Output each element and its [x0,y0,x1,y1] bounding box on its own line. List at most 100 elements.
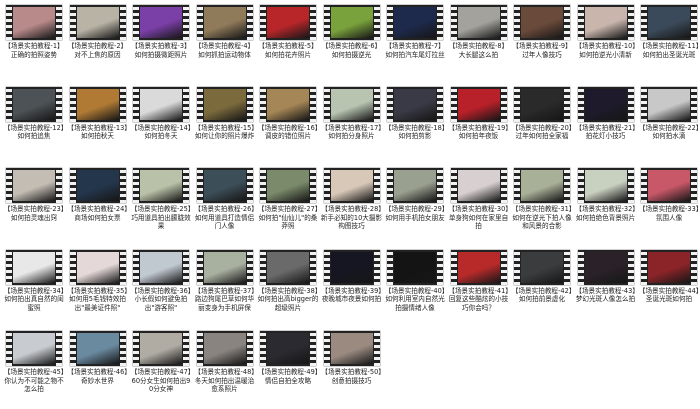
video-title[interactable]: 【场景实拍教程-26】如何用道具打造情侣门人像 [194,205,256,231]
video-title[interactable]: 【场景实拍教程-4】如何抓拍运动物体 [194,42,256,59]
video-thumbnail[interactable] [133,331,189,366]
video-thumbnail[interactable] [69,331,126,366]
video-thumbnail[interactable] [387,5,443,40]
video-item[interactable]: 【场景实拍教程-21】拍花灯小技巧 [575,84,637,165]
video-thumbnail[interactable] [260,86,316,122]
video-thumbnail[interactable] [69,5,126,40]
video-item[interactable]: 【场景实拍教程-10】如何拍逆光小清新 [575,2,637,83]
video-title[interactable]: 【场景实拍教程-42】如何拍前景虚化 [511,287,573,304]
video-title[interactable]: 【场景实拍教程-39】夜晚城市夜景如何拍 [321,287,383,304]
video-thumbnail[interactable] [196,5,253,40]
video-thumbnail[interactable] [641,5,697,40]
video-title[interactable]: 【场景实拍教程-18】如何拍剪影 [384,124,446,141]
video-title[interactable]: 【场景实拍教程-15】如何让你的照片爆炸 [194,124,256,141]
video-thumbnail[interactable] [6,86,62,122]
video-title[interactable]: 【场景实拍教程-28】新手必知的10大摄影构图技巧 [321,205,383,231]
video-title[interactable]: 【场景实拍教程-50】创意拍摄技巧 [321,368,383,385]
video-item[interactable]: 【场景实拍教程-19】如何拍年夜饭 [448,84,510,165]
video-title[interactable]: 【场景实拍教程-5】如何拍花卉照片 [257,42,319,59]
video-title[interactable]: 【场景实拍教程-36】小长假如何避免拍出"游客照" [130,287,192,313]
video-thumbnail[interactable] [260,331,316,366]
video-item[interactable]: 【场景实拍教程-6】如何拍摄逆光 [321,2,383,83]
video-title[interactable]: 【场景实拍教程-34】如何拍出真自然的闺蜜照 [3,287,65,313]
video-item[interactable]: 【场景实拍教程-35】如何用5毛钱特效拍出"最美证件照" [67,247,129,328]
video-title[interactable]: 【场景实拍教程-43】梦幻光斑人像怎么拍 [575,287,637,304]
video-thumbnail[interactable] [323,249,380,285]
video-item[interactable]: 【场景实拍教程-15】如何让你的照片爆炸 [194,84,256,165]
video-thumbnail[interactable] [450,86,507,122]
video-item[interactable]: 【场景实拍教程-11】如何拍出圣诞光斑 [638,2,700,83]
video-title[interactable]: 【场景实拍教程-44】圣诞光斑如何拍 [638,287,700,304]
video-thumbnail[interactable] [196,168,253,203]
video-title[interactable]: 【场景实拍教程-33】氛围人像 [638,205,700,222]
video-item[interactable]: 【场景实拍教程-24】商场如何拍女票 [67,165,129,246]
video-thumbnail[interactable] [6,249,62,285]
video-title[interactable]: 【场景实拍教程-3】如何拍摄微距照片 [130,42,192,59]
video-title[interactable]: 【场景实拍教程-9】过年人像技巧 [511,42,573,59]
video-title[interactable]: 【场景实拍教程-17】如何拍分身照片 [321,124,383,141]
video-thumbnail[interactable] [450,5,507,40]
video-title[interactable]: 【场景实拍教程-19】如何拍年夜饭 [448,124,510,141]
video-title[interactable]: 【场景实拍教程-49】情侣自拍全攻略 [257,368,319,385]
video-item[interactable]: 【场景实拍教程-27】如何拍"仙仙儿"的桑莽照 [257,165,319,246]
video-thumbnail[interactable] [387,168,443,203]
video-title[interactable]: 【场景实拍教程-1】正确的拍照姿势 [3,42,65,59]
video-thumbnail[interactable] [641,86,697,122]
video-title[interactable]: 【场景实拍教程-23】如何拍灵魂出窍 [3,205,65,222]
video-thumbnail[interactable] [323,86,380,122]
video-thumbnail[interactable] [133,5,189,40]
video-item[interactable]: 【场景实拍教程-31】如何在逆光下拍人像和风景的合影 [511,165,573,246]
video-title[interactable]: 【场景实拍教程-8】大长腿这么拍 [448,42,510,59]
video-title[interactable]: 【场景实拍教程-2】对不上焦的原因 [67,42,129,59]
video-item[interactable]: 【场景实拍教程-30】单身狗如何在家里自拍 [448,165,510,246]
video-thumbnail[interactable] [196,86,253,122]
video-item[interactable]: 【场景实拍教程-42】如何拍前景虚化 [511,247,573,328]
video-thumbnail[interactable] [6,331,62,366]
video-item[interactable]: 【场景实拍教程-25】巧用道具拍出朦胧效果 [130,165,192,246]
video-title[interactable]: 【场景实拍教程-21】拍花灯小技巧 [575,124,637,141]
video-item[interactable]: 【场景实拍教程-18】如何拍剪影 [384,84,446,165]
video-item[interactable]: 【场景实拍教程-13】如何拍秋天 [67,84,129,165]
video-thumbnail[interactable] [323,5,380,40]
video-item[interactable]: 【场景实拍教程-2】对不上焦的原因 [67,2,129,83]
video-title[interactable]: 【场景实拍教程-45】你认为不可能之物不怎么拍 [3,368,65,394]
video-title[interactable]: 【场景实拍教程-46】奇妙水世界 [67,368,129,385]
video-title[interactable]: 【场景实拍教程-37】路边狗尾巴草如何华丽变身为手机屏保 [194,287,256,313]
video-item[interactable]: 【场景实拍教程-17】如何拍分身照片 [321,84,383,165]
video-title[interactable]: 【场景实拍教程-22】如何拍水滴 [638,124,700,141]
video-item[interactable]: 【场景实拍教程-22】如何拍水滴 [638,84,700,165]
video-item[interactable]: 【场景实拍教程-28】新手必知的10大摄影构图技巧 [321,165,383,246]
video-thumbnail[interactable] [577,5,634,40]
video-item[interactable]: 【场景实拍教程-23】如何拍灵魂出窍 [3,165,65,246]
video-title[interactable]: 【场景实拍教程-40】如何利用室内自然光拍摄情绪人像 [384,287,446,313]
video-title[interactable]: 【场景实拍教程-38】如何拍出高bigger的超级照片 [257,287,319,313]
video-item[interactable]: 【场景实拍教程-44】圣诞光斑如何拍 [638,247,700,328]
video-thumbnail[interactable] [514,5,570,40]
video-thumbnail[interactable] [323,168,380,203]
video-item[interactable]: 【场景实拍教程-7】如何拍汽车尾灯拉丝 [384,2,446,83]
video-thumbnail[interactable] [577,168,634,203]
video-item[interactable]: 【场景实拍教程-34】如何拍出真自然的闺蜜照 [3,247,65,328]
video-thumbnail[interactable] [514,249,570,285]
video-thumbnail[interactable] [69,86,126,122]
video-item[interactable]: 【场景实拍教程-49】情侣自拍全攻略 [257,328,319,409]
video-item[interactable]: 【场景实拍教程-9】过年人像技巧 [511,2,573,83]
video-thumbnail[interactable] [6,168,62,203]
video-thumbnail[interactable] [323,331,380,366]
video-item[interactable]: 【场景实拍教程-41】回复这些酷炫的小技巧你会吗？ [448,247,510,328]
video-thumbnail[interactable] [641,249,697,285]
video-item[interactable]: 【场景实拍教程-8】大长腿这么拍 [448,2,510,83]
video-item[interactable]: 【场景实拍教程-38】如何拍出高bigger的超级照片 [257,247,319,328]
video-thumbnail[interactable] [196,331,253,366]
video-title[interactable]: 【场景实拍教程-25】巧用道具拍出朦胧效果 [130,205,192,231]
video-title[interactable]: 【场景实拍教程-48】冬天如何拍出温暖治愈系照片 [194,368,256,394]
video-thumbnail[interactable] [69,249,126,285]
video-item[interactable]: 【场景实拍教程-12】如何拍追焦 [3,84,65,165]
video-item[interactable]: 【场景实拍教程-36】小长假如何避免拍出"游客照" [130,247,192,328]
video-thumbnail[interactable] [6,5,62,40]
video-title[interactable]: 【场景实拍教程-41】回复这些酷炫的小技巧你会吗？ [448,287,510,313]
video-title[interactable]: 【场景实拍教程-47】60分女生如何拍出90分女神 [130,368,192,394]
video-thumbnail[interactable] [577,249,634,285]
video-title[interactable]: 【场景实拍教程-27】如何拍"仙仙儿"的桑莽照 [257,205,319,231]
video-item[interactable]: 【场景实拍教程-20】过年如何拍全家福 [511,84,573,165]
